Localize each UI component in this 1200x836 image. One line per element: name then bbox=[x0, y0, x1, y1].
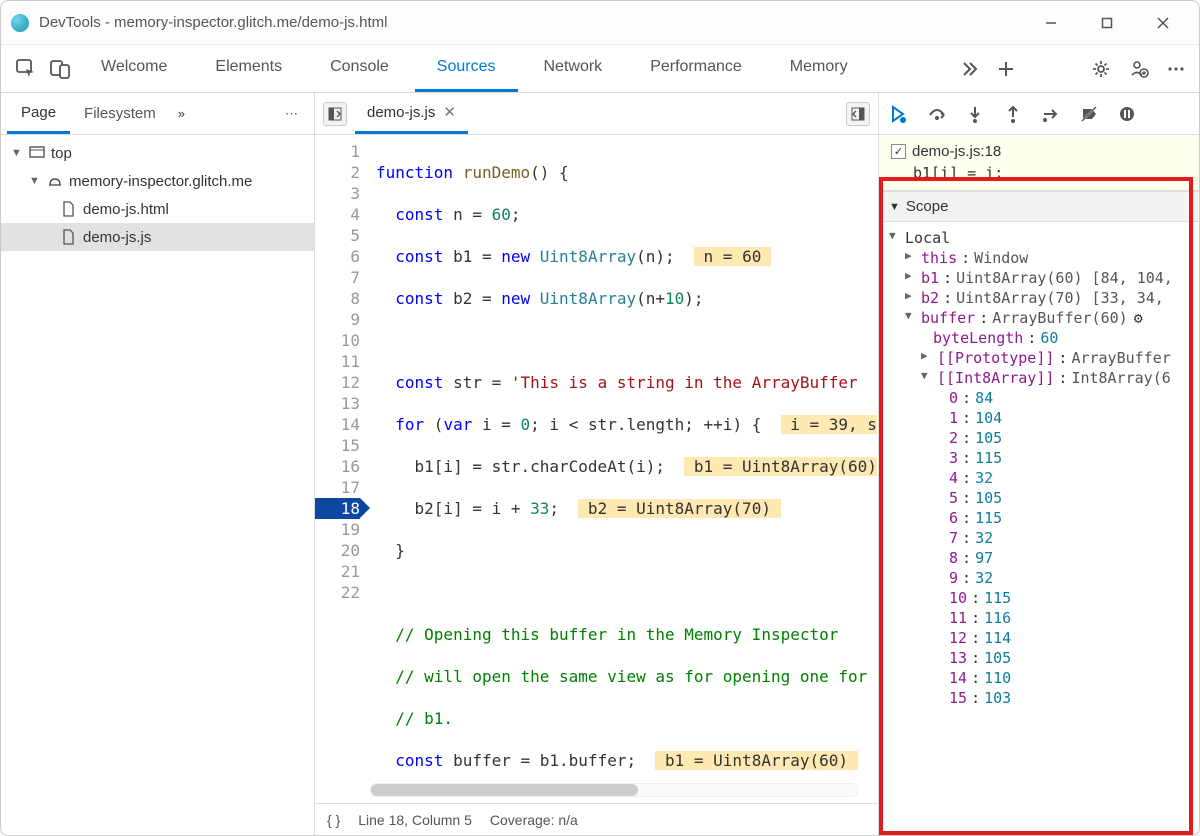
close-button[interactable] bbox=[1149, 9, 1177, 37]
pretty-print-icon[interactable]: { } bbox=[327, 812, 340, 828]
deactivate-breakpoints-icon[interactable] bbox=[1079, 104, 1099, 124]
maximize-button[interactable] bbox=[1093, 9, 1121, 37]
scope-b1[interactable]: ▶b1: Uint8Array(60) [84, 104, bbox=[889, 268, 1199, 288]
scope-prototype[interactable]: ▶[[Prototype]]: ArrayBuffer bbox=[889, 348, 1199, 368]
horizontal-scrollbar[interactable] bbox=[370, 783, 858, 797]
toggle-navigator-icon[interactable] bbox=[323, 102, 347, 126]
navigator-panel: Page Filesystem » ⋯ ▼top ▼memory-inspect… bbox=[1, 93, 315, 835]
tab-welcome[interactable]: Welcome bbox=[79, 45, 189, 92]
main-tabs: Welcome Elements Console Sources Network… bbox=[1, 45, 1199, 93]
tree-file-js[interactable]: demo-js.js bbox=[1, 223, 314, 251]
settings-icon[interactable] bbox=[1091, 59, 1111, 79]
debug-toolbar bbox=[879, 93, 1199, 135]
status-bar: { } Line 18, Column 5 Coverage: n/a bbox=[315, 803, 878, 835]
coverage-status: Coverage: n/a bbox=[490, 812, 578, 828]
scope-array-entry[interactable]: 15: 103 bbox=[889, 688, 1199, 708]
scope-array-entry[interactable]: 7: 32 bbox=[889, 528, 1199, 548]
scope-body: ▼Local ▶this: Window ▶b1: Uint8Array(60)… bbox=[879, 222, 1199, 718]
more-tabs-icon[interactable] bbox=[961, 60, 979, 78]
scope-array-entry[interactable]: 10: 115 bbox=[889, 588, 1199, 608]
toggle-debugger-icon[interactable] bbox=[846, 102, 870, 126]
titlebar: DevTools - memory-inspector.glitch.me/de… bbox=[1, 1, 1199, 45]
breakpoint-section: ✓ demo-js.js:18 b1[i] = i; bbox=[879, 135, 1199, 191]
step-over-icon[interactable] bbox=[927, 104, 947, 124]
tab-elements[interactable]: Elements bbox=[193, 45, 304, 92]
debugger-panel: ✓ demo-js.js:18 b1[i] = i; ▼Scope ▼Local … bbox=[879, 93, 1199, 835]
tab-performance[interactable]: Performance bbox=[628, 45, 764, 92]
navigator-kebab-icon[interactable]: ⋯ bbox=[275, 106, 308, 122]
breakpoint-location[interactable]: demo-js.js:18 bbox=[912, 143, 1001, 160]
scope-array-entry[interactable]: 1: 104 bbox=[889, 408, 1199, 428]
scope-header[interactable]: ▼Scope bbox=[879, 191, 1199, 222]
window-title: DevTools - memory-inspector.glitch.me/de… bbox=[39, 14, 387, 31]
step-icon[interactable] bbox=[1041, 104, 1061, 124]
resume-icon[interactable] bbox=[889, 104, 909, 124]
scope-bytelength[interactable]: byteLength: 60 bbox=[889, 328, 1199, 348]
memory-inspector-icon[interactable]: ⚙ bbox=[1134, 309, 1143, 327]
add-tab-icon[interactable] bbox=[997, 60, 1015, 78]
editor-panel: demo-js.js✕ 1234567891011121314151617181… bbox=[315, 93, 879, 835]
step-into-icon[interactable] bbox=[965, 104, 985, 124]
scope-array-entry[interactable]: 14: 110 bbox=[889, 668, 1199, 688]
scope-array-entry[interactable]: 6: 115 bbox=[889, 508, 1199, 528]
scope-buffer[interactable]: ▼buffer: ArrayBuffer(60)⚙ bbox=[889, 308, 1199, 328]
scope-array-entry[interactable]: 11: 116 bbox=[889, 608, 1199, 628]
scope-array-entry[interactable]: 0: 84 bbox=[889, 388, 1199, 408]
scope-array-entry[interactable]: 3: 115 bbox=[889, 448, 1199, 468]
tab-network[interactable]: Network bbox=[522, 45, 625, 92]
scope-array-entry[interactable]: 5: 105 bbox=[889, 488, 1199, 508]
editor-tab[interactable]: demo-js.js✕ bbox=[355, 93, 468, 134]
close-tab-icon[interactable]: ✕ bbox=[443, 103, 456, 121]
scope-array-entry[interactable]: 12: 114 bbox=[889, 628, 1199, 648]
scope-int8array[interactable]: ▼[[Int8Array]]: Int8Array(6 bbox=[889, 368, 1199, 388]
pause-exceptions-icon[interactable] bbox=[1117, 104, 1137, 124]
tree-domain[interactable]: ▼memory-inspector.glitch.me bbox=[1, 167, 314, 195]
scope-array-entry[interactable]: 8: 97 bbox=[889, 548, 1199, 568]
navigator-more-icon[interactable]: » bbox=[170, 106, 193, 121]
tree-top[interactable]: ▼top bbox=[1, 139, 314, 167]
breakpoint-checkbox[interactable]: ✓ bbox=[891, 144, 906, 159]
file-tree[interactable]: ▼top ▼memory-inspector.glitch.me demo-js… bbox=[1, 135, 314, 835]
tab-console[interactable]: Console bbox=[308, 45, 411, 92]
app-icon bbox=[11, 14, 29, 32]
window-controls bbox=[1037, 9, 1189, 37]
code-editor[interactable]: 12345678910111213141516171819202122 func… bbox=[315, 135, 878, 783]
inspect-icon[interactable] bbox=[11, 54, 41, 84]
breakpoint-code: b1[i] = i; bbox=[891, 160, 1187, 182]
scope-this[interactable]: ▶this: Window bbox=[889, 248, 1199, 268]
navigator-tab-page[interactable]: Page bbox=[7, 93, 70, 134]
scope-local[interactable]: ▼Local bbox=[889, 228, 1199, 248]
cursor-position: Line 18, Column 5 bbox=[358, 812, 472, 828]
tab-sources[interactable]: Sources bbox=[415, 45, 518, 92]
scope-array-entry[interactable]: 9: 32 bbox=[889, 568, 1199, 588]
account-icon[interactable] bbox=[1129, 59, 1149, 79]
scope-b2[interactable]: ▶b2: Uint8Array(70) [33, 34, bbox=[889, 288, 1199, 308]
kebab-icon[interactable] bbox=[1167, 60, 1185, 78]
scope-array-entry[interactable]: 13: 105 bbox=[889, 648, 1199, 668]
scope-array-entry[interactable]: 4: 32 bbox=[889, 468, 1199, 488]
device-icon[interactable] bbox=[45, 54, 75, 84]
tab-memory[interactable]: Memory bbox=[768, 45, 870, 92]
step-out-icon[interactable] bbox=[1003, 104, 1023, 124]
tree-file-html[interactable]: demo-js.html bbox=[1, 195, 314, 223]
minimize-button[interactable] bbox=[1037, 9, 1065, 37]
navigator-tab-filesystem[interactable]: Filesystem bbox=[70, 93, 170, 134]
scope-array-entry[interactable]: 2: 105 bbox=[889, 428, 1199, 448]
devtools-window: DevTools - memory-inspector.glitch.me/de… bbox=[0, 0, 1200, 836]
